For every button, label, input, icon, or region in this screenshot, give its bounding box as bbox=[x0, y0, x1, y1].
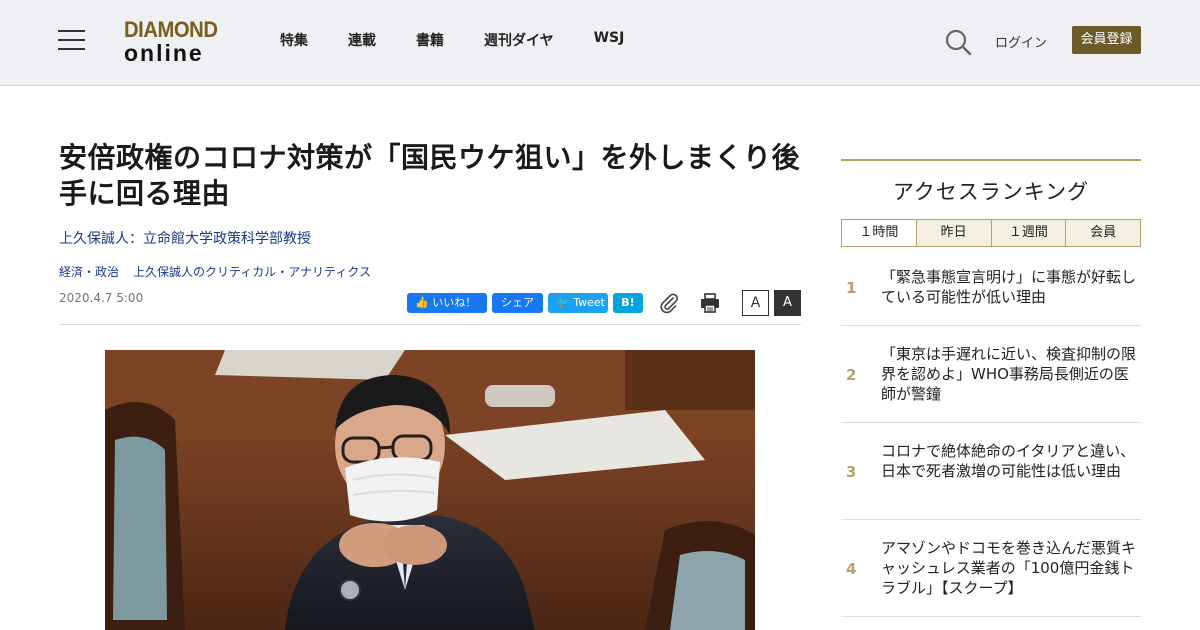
ranking-tab-1hour[interactable]: １時間 bbox=[842, 220, 916, 246]
article-divider bbox=[59, 324, 801, 325]
ranking-item[interactable]: 4 アマゾンやドコモを巻き込んだ悪質キャッシュレス業者の「100億円金銭トラブル… bbox=[841, 520, 1141, 617]
site-header: DIAMOND online 特集 連載 書籍 週刊ダイヤ WSJ ログイン 会… bbox=[0, 0, 1200, 86]
nav-item-features[interactable]: 特集 bbox=[280, 30, 308, 50]
main-nav: 特集 連載 書籍 週刊ダイヤ WSJ bbox=[280, 30, 664, 50]
tweet-button[interactable]: 🐦 Tweet bbox=[548, 293, 608, 313]
ranking-number: 2 bbox=[846, 366, 857, 384]
login-link[interactable]: ログイン bbox=[995, 32, 1047, 51]
article-author[interactable]: 上久保誠人：立命館大学政策科学部教授 bbox=[59, 228, 311, 248]
search-icon[interactable] bbox=[944, 28, 972, 56]
ranking-tabs: １時間 昨日 １週間 会員 bbox=[841, 219, 1141, 247]
site-logo[interactable]: DIAMOND online bbox=[124, 18, 228, 68]
social-buttons: 👍 いいね！ シェア 🐦 Tweet B! bbox=[407, 293, 648, 313]
ranking-tab-1week[interactable]: １週間 bbox=[990, 220, 1066, 246]
paperclip-icon[interactable] bbox=[658, 292, 680, 314]
font-size-small-button[interactable]: A bbox=[742, 290, 769, 316]
tag-category[interactable]: 経済・政治 bbox=[59, 263, 119, 280]
hatena-bookmark-button[interactable]: B! bbox=[613, 293, 643, 313]
like-label: いいね！ bbox=[432, 296, 477, 309]
ranking-headline: 「緊急事態宣言明け」に事態が好転している可能性が低い理由 bbox=[881, 268, 1137, 306]
article-title: 安倍政権のコロナ対策が「国民ウケ狙い」を外しまくり後手に回る理由 bbox=[59, 141, 801, 210]
ranking-list: 1 「緊急事態宣言明け」に事態が好転している可能性が低い理由 2 「東京は手遅れ… bbox=[841, 247, 1141, 617]
tweet-label: Tweet bbox=[573, 296, 605, 309]
printer-icon[interactable] bbox=[699, 292, 721, 314]
article-date: 2020.4.7 5:00 bbox=[59, 291, 144, 305]
menu-icon[interactable] bbox=[58, 30, 86, 52]
twitter-bird-icon: 🐦 bbox=[556, 296, 570, 309]
facebook-like-button[interactable]: 👍 いいね！ bbox=[407, 293, 487, 313]
article-photo-illustration bbox=[105, 350, 755, 630]
nav-item-weekly-diamond[interactable]: 週刊ダイヤ bbox=[484, 30, 554, 50]
nav-item-wsj[interactable]: WSJ bbox=[594, 30, 625, 50]
font-size-large-button[interactable]: A bbox=[774, 290, 801, 316]
ranking-headline: コロナで絶体絶命のイタリアと違い、日本で死者激増の可能性は低い理由 bbox=[881, 442, 1136, 480]
ranking-item[interactable]: 1 「緊急事態宣言明け」に事態が好転している可能性が低い理由 bbox=[841, 247, 1141, 326]
register-button[interactable]: 会員登録 bbox=[1072, 26, 1141, 54]
tag-series[interactable]: 上久保誠人のクリティカル・アナリティクス bbox=[133, 263, 371, 280]
facebook-share-button[interactable]: シェア bbox=[492, 293, 543, 313]
ranking-item[interactable]: 2 「東京は手遅れに近い、検査抑制の限界を認めよ」WHO事務局長側近の医師が警鐘 bbox=[841, 326, 1141, 423]
ranking-number: 1 bbox=[846, 279, 857, 297]
ranking-item[interactable]: 3 コロナで絶体絶命のイタリアと違い、日本で死者激増の可能性は低い理由 bbox=[841, 423, 1141, 520]
ranking-headline: アマゾンやドコモを巻き込んだ悪質キャッシュレス業者の「100億円金銭トラブル」【… bbox=[881, 539, 1137, 597]
ranking-headline: 「東京は手遅れに近い、検査抑制の限界を認めよ」WHO事務局長側近の医師が警鐘 bbox=[881, 345, 1137, 403]
nav-item-series[interactable]: 連載 bbox=[348, 30, 376, 50]
logo-online-text: online bbox=[124, 40, 204, 66]
thumbs-up-icon: 👍 bbox=[415, 296, 429, 309]
article-tags: 経済・政治 上久保誠人のクリティカル・アナリティクス bbox=[59, 263, 385, 280]
ranking-title: アクセスランキング bbox=[892, 180, 1090, 204]
ranking-tab-members[interactable]: 会員 bbox=[1065, 220, 1140, 246]
ranking-number: 3 bbox=[846, 463, 857, 481]
article-photo bbox=[105, 350, 755, 630]
ranking-top-border bbox=[841, 159, 1141, 161]
logo-diamond-text: DIAMOND bbox=[124, 17, 218, 42]
ranking-number: 4 bbox=[846, 560, 857, 578]
nav-item-books[interactable]: 書籍 bbox=[416, 30, 444, 50]
ranking-tab-yesterday[interactable]: 昨日 bbox=[915, 220, 991, 246]
